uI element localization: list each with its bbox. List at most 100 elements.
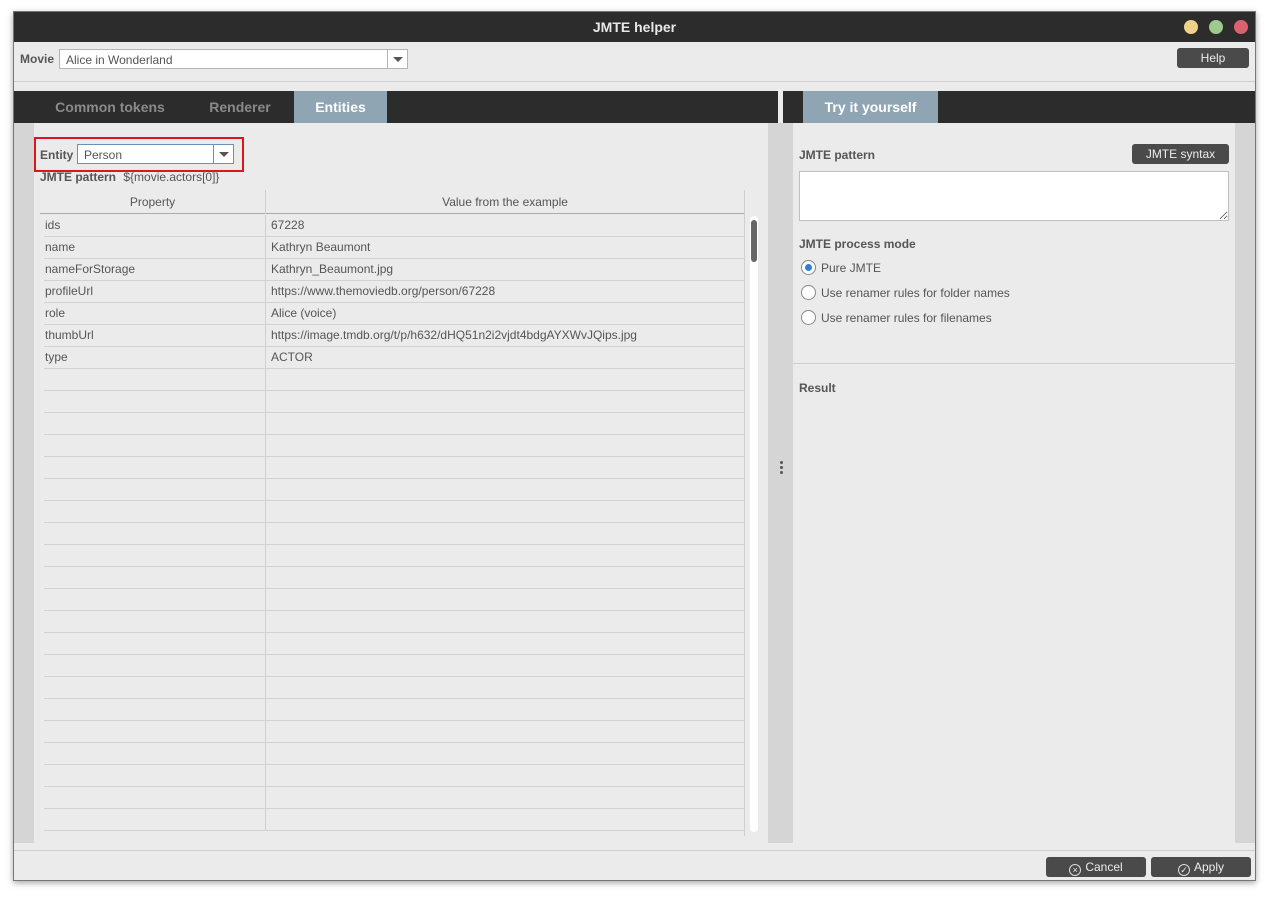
dialog-footer: × Cancel ✓ Apply: [14, 850, 1255, 880]
cell-value: [266, 655, 271, 676]
table-row[interactable]: [44, 809, 744, 831]
table-row[interactable]: [44, 391, 744, 413]
cell-value: [266, 391, 271, 412]
cell-value: Kathryn_Beaumont.jpg: [271, 262, 394, 276]
table-row[interactable]: ids 67228: [44, 215, 744, 237]
table-row[interactable]: thumbUrl https://image.tmdb.org/t/p/h632/…: [44, 325, 744, 347]
table-row[interactable]: [44, 699, 744, 721]
tab-common-tokens[interactable]: Common tokens: [34, 91, 186, 123]
chevron-down-icon[interactable]: [387, 50, 407, 68]
table-row[interactable]: [44, 721, 744, 743]
radio-unselected-icon[interactable]: [801, 285, 816, 300]
table-row[interactable]: [44, 479, 744, 501]
cell-property: [44, 413, 266, 434]
close-icon[interactable]: [1234, 20, 1248, 34]
title-bar[interactable]: JMTE helper: [14, 12, 1255, 42]
table-row[interactable]: [44, 435, 744, 457]
tab-renderer[interactable]: Renderer: [186, 91, 294, 123]
cell-value: [266, 435, 271, 456]
cell-value: [266, 501, 271, 522]
jmte-helper-window: JMTE helper Movie Alice in Wonderland He…: [13, 11, 1256, 881]
jmte-syntax-button[interactable]: JMTE syntax: [1132, 144, 1229, 164]
entity-pattern-label: JMTE pattern: [40, 170, 117, 184]
entity-label: Entity: [40, 148, 74, 162]
cell-value: [266, 457, 271, 478]
radio-selected-icon[interactable]: [801, 260, 816, 275]
split-pane-divider[interactable]: [768, 123, 793, 843]
cell-property: [44, 765, 266, 786]
maximize-icon[interactable]: [1209, 20, 1223, 34]
table-row[interactable]: role Alice (voice): [44, 303, 744, 325]
movie-select[interactable]: Alice in Wonderland: [59, 49, 408, 69]
chevron-down-icon[interactable]: [213, 145, 233, 163]
entity-select-value: Person: [84, 148, 123, 162]
table-row[interactable]: [44, 523, 744, 545]
table-row[interactable]: [44, 765, 744, 787]
movie-select-value: Alice in Wonderland: [66, 53, 173, 67]
window-title: JMTE helper: [592, 19, 677, 35]
column-header-property[interactable]: Property: [40, 190, 266, 214]
try-pattern-input[interactable]: [799, 171, 1229, 221]
radio-unselected-icon[interactable]: [801, 310, 816, 325]
right-tab-bar: Try it yourself: [783, 91, 1255, 132]
cell-property: ids: [44, 215, 266, 236]
cell-property: [44, 479, 266, 500]
table-row[interactable]: [44, 589, 744, 611]
try-pattern-label: JMTE pattern: [799, 148, 876, 162]
try-it-panel: JMTE pattern JMTE syntax JMTE process mo…: [793, 123, 1235, 843]
table-row[interactable]: nameForStorage Kathryn_Beaumont.jpg: [44, 259, 744, 281]
column-header-value[interactable]: Value from the example: [266, 190, 744, 214]
table-row[interactable]: [44, 567, 744, 589]
cell-value: [266, 765, 271, 786]
table-scrollbar-track[interactable]: [750, 216, 758, 832]
table-row[interactable]: profileUrl https://www.themoviedb.org/per…: [44, 281, 744, 303]
table-header: Property Value from the example: [40, 190, 744, 214]
cell-property: [44, 809, 266, 830]
cell-value: [266, 787, 271, 808]
table-row[interactable]: name Kathryn Beaumont: [44, 237, 744, 259]
table-row[interactable]: [44, 633, 744, 655]
table-row[interactable]: [44, 743, 744, 765]
table-row[interactable]: type ACTOR: [44, 347, 744, 369]
cell-property: [44, 677, 266, 698]
cancel-button[interactable]: × Cancel: [1046, 857, 1146, 877]
table-scrollbar-thumb[interactable]: [751, 220, 757, 262]
table-row[interactable]: [44, 655, 744, 677]
table-row[interactable]: [44, 413, 744, 435]
cell-value: [266, 809, 271, 830]
help-button[interactable]: Help: [1177, 48, 1249, 68]
tab-try-it-yourself[interactable]: Try it yourself: [803, 91, 938, 132]
mode-label-text: Use renamer rules for filenames: [821, 311, 992, 325]
cell-value: 67228: [271, 218, 305, 232]
apply-button[interactable]: ✓ Apply: [1151, 857, 1251, 877]
result-separator: [793, 363, 1235, 364]
cell-value: [266, 479, 271, 500]
table-row[interactable]: [44, 611, 744, 633]
cell-value: https://image.tmdb.org/t/p/h632/dHQ51n2i…: [271, 328, 637, 342]
cell-value: [266, 545, 271, 566]
entity-select[interactable]: Person: [77, 144, 234, 164]
cell-value: [266, 677, 271, 698]
table-row[interactable]: [44, 787, 744, 809]
table-row[interactable]: [44, 457, 744, 479]
table-row[interactable]: [44, 677, 744, 699]
cancel-label: Cancel: [1085, 860, 1123, 874]
mode-label-text: Pure JMTE: [821, 261, 882, 275]
drag-handle-icon[interactable]: [780, 461, 783, 475]
cell-property: [44, 457, 266, 478]
cell-property: [44, 523, 266, 544]
cell-value: [266, 369, 271, 390]
table-row[interactable]: [44, 545, 744, 567]
minimize-icon[interactable]: [1184, 20, 1198, 34]
cell-property: [44, 369, 266, 390]
check-icon: ✓: [1177, 864, 1190, 876]
cell-value: [266, 611, 271, 632]
table-row[interactable]: [44, 369, 744, 391]
cell-property: [44, 633, 266, 654]
cell-value: [266, 523, 271, 544]
tab-entities[interactable]: Entities: [294, 91, 387, 132]
cell-value: [266, 743, 271, 764]
cell-value: ACTOR: [271, 350, 313, 364]
cell-property: [44, 545, 266, 566]
table-row[interactable]: [44, 501, 744, 523]
